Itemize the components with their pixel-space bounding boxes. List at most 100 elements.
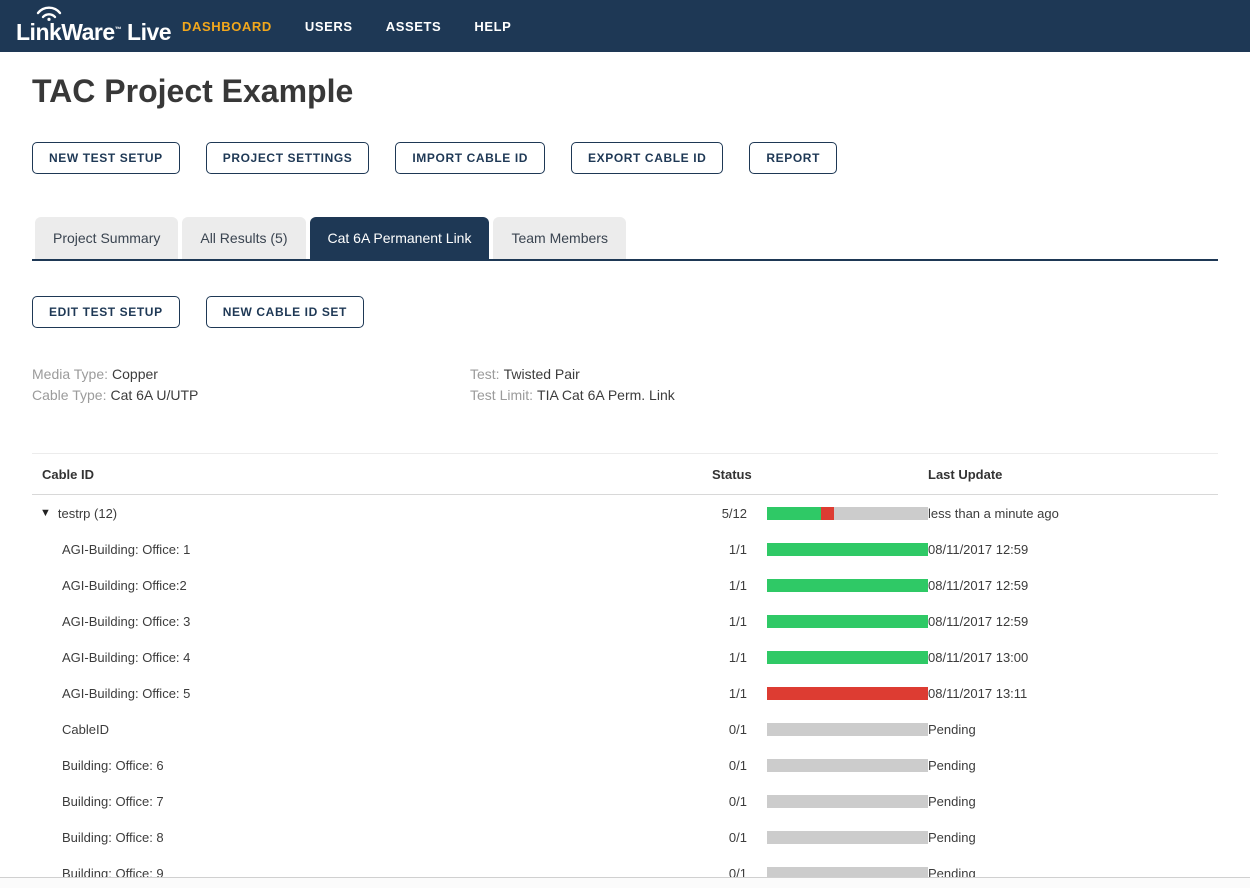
media-type-label: Media Type:	[32, 366, 108, 382]
test-value: Twisted Pair	[504, 366, 580, 382]
cable-id-label: Building: Office: 7	[62, 794, 164, 809]
status-fraction: 1/1	[702, 614, 747, 629]
cable-id-label: testrp (12)	[58, 506, 117, 521]
cable-id-label: Building: Office: 6	[62, 758, 164, 773]
secondary-action-button[interactable]: NEW CABLE ID SET	[206, 296, 364, 328]
table-row[interactable]: CableID 0/1 Pending	[32, 711, 1218, 747]
media-type-value: Copper	[112, 366, 158, 382]
status-progress-cell	[747, 543, 928, 556]
page-title: TAC Project Example	[32, 72, 1250, 110]
table-row[interactable]: Building: Office: 7 0/1 Pending	[32, 783, 1218, 819]
last-update-cell: 08/11/2017 12:59	[928, 542, 1218, 557]
primary-action-bar: NEW TEST SETUP PROJECT SETTINGS IMPORT CAB…	[32, 142, 1250, 174]
action-button[interactable]: IMPORT CABLE ID	[395, 142, 545, 174]
table-row[interactable]: AGI-Building: Office: 4 1/1 08/11/2017 1…	[32, 639, 1218, 675]
progress-pass-segment	[767, 651, 928, 664]
status-progress-cell	[747, 615, 928, 628]
action-button[interactable]: NEW TEST SETUP	[32, 142, 180, 174]
status-fraction: 0/1	[702, 722, 747, 737]
cable-type-label: Cable Type:	[32, 387, 106, 403]
tab[interactable]: Project Summary	[35, 217, 178, 259]
last-update-cell: Pending	[928, 722, 1218, 737]
status-fraction: 0/1	[702, 758, 747, 773]
nav-item[interactable]: USERS	[305, 19, 353, 34]
progress-pass-segment	[767, 543, 928, 556]
nav-item[interactable]: DASHBOARD	[182, 19, 272, 34]
status-progress-cell	[747, 759, 928, 772]
action-button[interactable]: EXPORT CABLE ID	[571, 142, 723, 174]
table-row[interactable]: AGI-Building: Office: 3 1/1 08/11/2017 1…	[32, 603, 1218, 639]
cable-id-cell: Building: Office: 8	[32, 830, 702, 845]
table-row[interactable]: AGI-Building: Office: 5 1/1 08/11/2017 1…	[32, 675, 1218, 711]
last-update-cell: Pending	[928, 830, 1218, 845]
table-row[interactable]: ▼ testrp (12) 5/12 less than a minute ag…	[32, 495, 1218, 531]
last-update-cell: Pending	[928, 794, 1218, 809]
cable-id-cell: AGI-Building: Office: 3	[32, 614, 702, 629]
test-limit-value: TIA Cat 6A Perm. Link	[537, 387, 675, 403]
table-row[interactable]: Building: Office: 8 0/1 Pending	[32, 819, 1218, 855]
status-progress-bar	[767, 651, 928, 664]
cable-id-cell: AGI-Building: Office: 5	[32, 686, 702, 701]
table-body: ▼ testrp (12) 5/12 less than a minute ag…	[32, 495, 1218, 888]
cable-type-value: Cat 6A U/UTP	[110, 387, 198, 403]
main-navigation: DASHBOARD USERS ASSETS HELP	[182, 19, 544, 34]
status-fraction: 1/1	[702, 650, 747, 665]
cable-id-label: Building: Office: 8	[62, 830, 164, 845]
test-label: Test:	[470, 366, 500, 382]
page-content: TAC Project Example NEW TEST SETUP PROJEC…	[0, 72, 1250, 888]
status-progress-bar	[767, 795, 928, 808]
cable-id-cell: Building: Office: 7	[32, 794, 702, 809]
meta-left-column: Media Type:Copper Cable Type:Cat 6A U/UT…	[32, 364, 470, 406]
tab[interactable]: All Results (5)	[182, 217, 305, 259]
cable-id-cell: AGI-Building: Office:2	[32, 578, 702, 593]
cable-id-label: AGI-Building: Office: 5	[62, 686, 190, 701]
test-row: Test:Twisted Pair	[470, 364, 1250, 385]
last-update-cell: 08/11/2017 12:59	[928, 578, 1218, 593]
table-row[interactable]: AGI-Building: Office: 1 1/1 08/11/2017 1…	[32, 531, 1218, 567]
status-progress-cell	[747, 507, 928, 520]
table-row[interactable]: AGI-Building: Office:2 1/1 08/11/2017 12…	[32, 567, 1218, 603]
column-header-status: Status	[702, 467, 928, 482]
cable-id-label: AGI-Building: Office: 1	[62, 542, 190, 557]
column-header-last-update: Last Update	[928, 467, 1218, 482]
status-progress-bar	[767, 579, 928, 592]
cable-id-cell: AGI-Building: Office: 4	[32, 650, 702, 665]
table-header: Cable ID Status Last Update	[32, 453, 1218, 495]
tab[interactable]: Team Members	[493, 217, 625, 259]
last-update-cell: less than a minute ago	[928, 506, 1218, 521]
action-button[interactable]: PROJECT SETTINGS	[206, 142, 370, 174]
status-progress-bar	[767, 723, 928, 736]
collapse-caret-icon[interactable]: ▼	[40, 508, 51, 519]
secondary-action-button[interactable]: EDIT TEST SETUP	[32, 296, 180, 328]
status-progress-cell	[747, 579, 928, 592]
status-fraction: 0/1	[702, 794, 747, 809]
tab-bar: Project SummaryAll Results (5)Cat 6A Per…	[32, 217, 1218, 261]
status-progress-bar	[767, 543, 928, 556]
cable-id-cell: ▼ testrp (12)	[32, 506, 702, 521]
cable-id-label: CableID	[62, 722, 109, 737]
test-limit-row: Test Limit:TIA Cat 6A Perm. Link	[470, 385, 1250, 406]
status-progress-bar	[767, 615, 928, 628]
status-progress-bar	[767, 831, 928, 844]
viewport-cutoff-strip	[0, 877, 1250, 888]
action-button[interactable]: REPORT	[749, 142, 837, 174]
cable-id-label: AGI-Building: Office: 4	[62, 650, 190, 665]
last-update-cell: 08/11/2017 12:59	[928, 614, 1218, 629]
status-progress-bar	[767, 687, 928, 700]
cable-id-label: AGI-Building: Office:2	[62, 578, 187, 593]
top-navbar: LinkWare™ Live DASHBOARD USERS ASSETS HELP	[0, 0, 1250, 52]
table-row[interactable]: Building: Office: 6 0/1 Pending	[32, 747, 1218, 783]
progress-pass-segment	[767, 615, 928, 628]
linkware-live-logo[interactable]: LinkWare™ Live	[14, 0, 172, 52]
test-limit-label: Test Limit:	[470, 387, 533, 403]
last-update-cell: 08/11/2017 13:11	[928, 686, 1218, 701]
tab[interactable]: Cat 6A Permanent Link	[310, 217, 490, 259]
column-header-cable-id: Cable ID	[32, 467, 702, 482]
tab-list: Project SummaryAll Results (5)Cat 6A Per…	[32, 217, 1218, 259]
nav-item[interactable]: ASSETS	[386, 19, 442, 34]
logo-text: LinkWare™ Live	[16, 19, 171, 46]
status-progress-cell	[747, 795, 928, 808]
progress-pass-segment	[767, 507, 821, 520]
nav-item[interactable]: HELP	[474, 19, 511, 34]
cable-id-label: AGI-Building: Office: 3	[62, 614, 190, 629]
